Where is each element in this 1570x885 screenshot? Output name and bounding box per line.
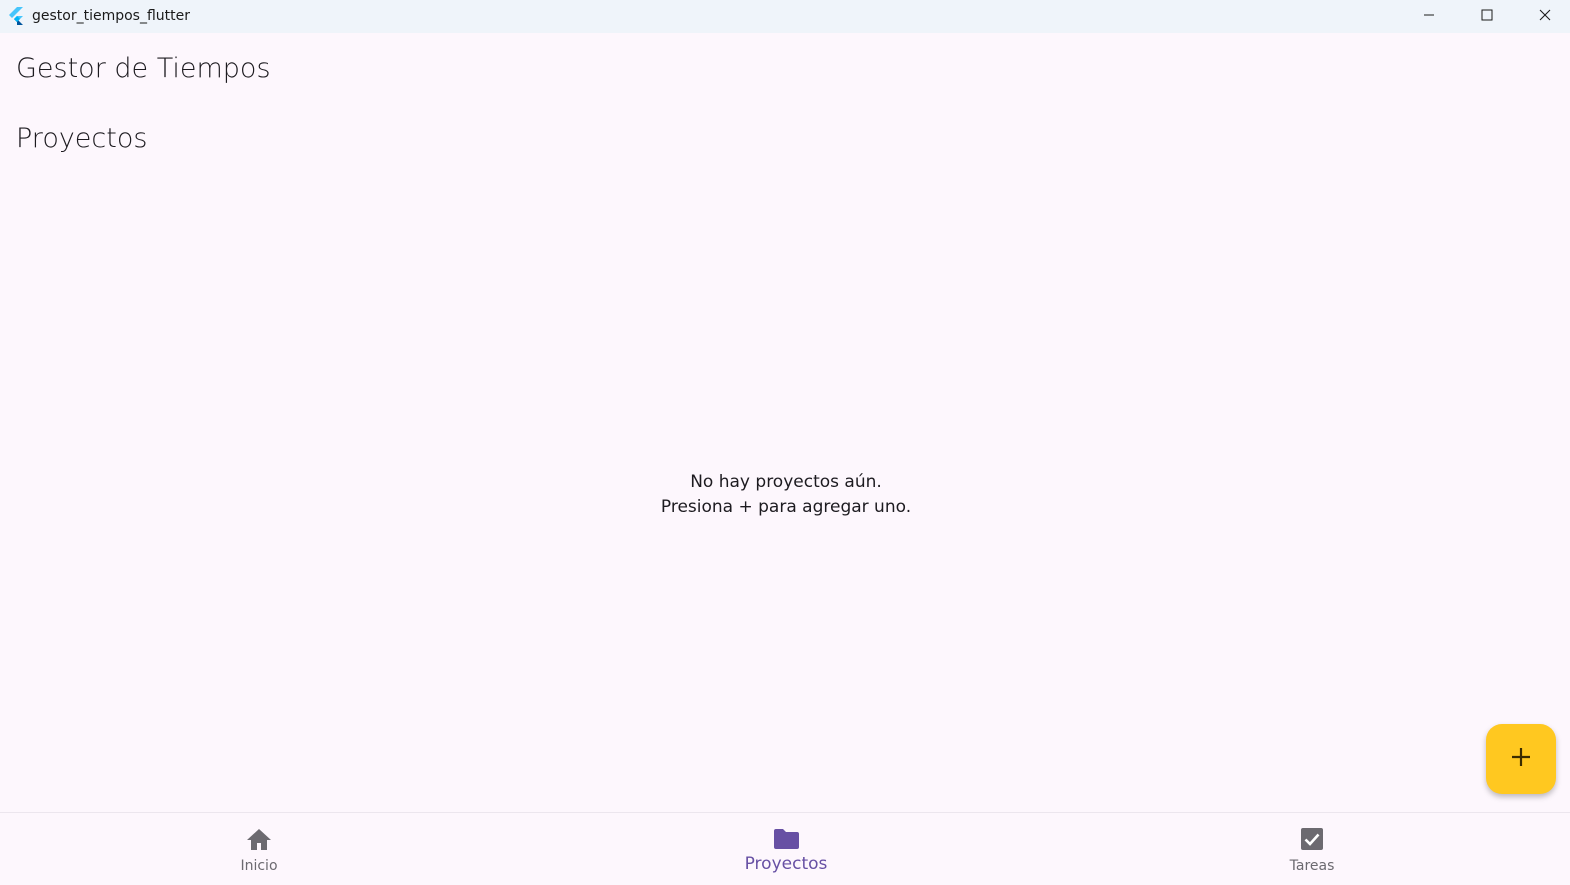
minimize-icon [1423,8,1435,26]
empty-state-message: No hay proyectos aún. Presiona + para ag… [0,470,1570,520]
maximize-icon [1481,8,1493,26]
page-title: Proyectos [16,123,148,154]
maximize-button[interactable] [1458,0,1516,33]
nav-item-proyectos[interactable]: Proyectos [636,813,936,885]
add-icon [1510,746,1532,773]
nav-item-label: Tareas [1289,858,1335,874]
nav-item-tareas[interactable]: Tareas [1162,813,1462,885]
check-box-icon [1298,825,1326,853]
bottom-navigation-bar: Inicio Proyectos Tareas [0,812,1570,884]
folder-icon [772,825,800,853]
home-icon [245,825,273,853]
close-button[interactable] [1516,0,1570,33]
nav-item-label: Inicio [240,858,278,874]
window-title: gestor_tiempos_flutter [32,8,191,24]
close-icon [1539,8,1551,26]
app-bar-title: Gestor de Tiempos [16,53,271,84]
empty-state-line-1: No hay proyectos aún. [690,472,882,492]
window-titlebar: gestor_tiempos_flutter [0,0,1570,33]
nav-item-inicio[interactable]: Inicio [109,813,409,885]
nav-item-label: Proyectos [744,854,828,874]
flutter-logo-icon [6,6,26,26]
empty-state-line-2: Presiona + para agregar uno. [660,497,912,517]
minimize-button[interactable] [1400,0,1458,33]
add-project-button[interactable] [1486,724,1556,794]
